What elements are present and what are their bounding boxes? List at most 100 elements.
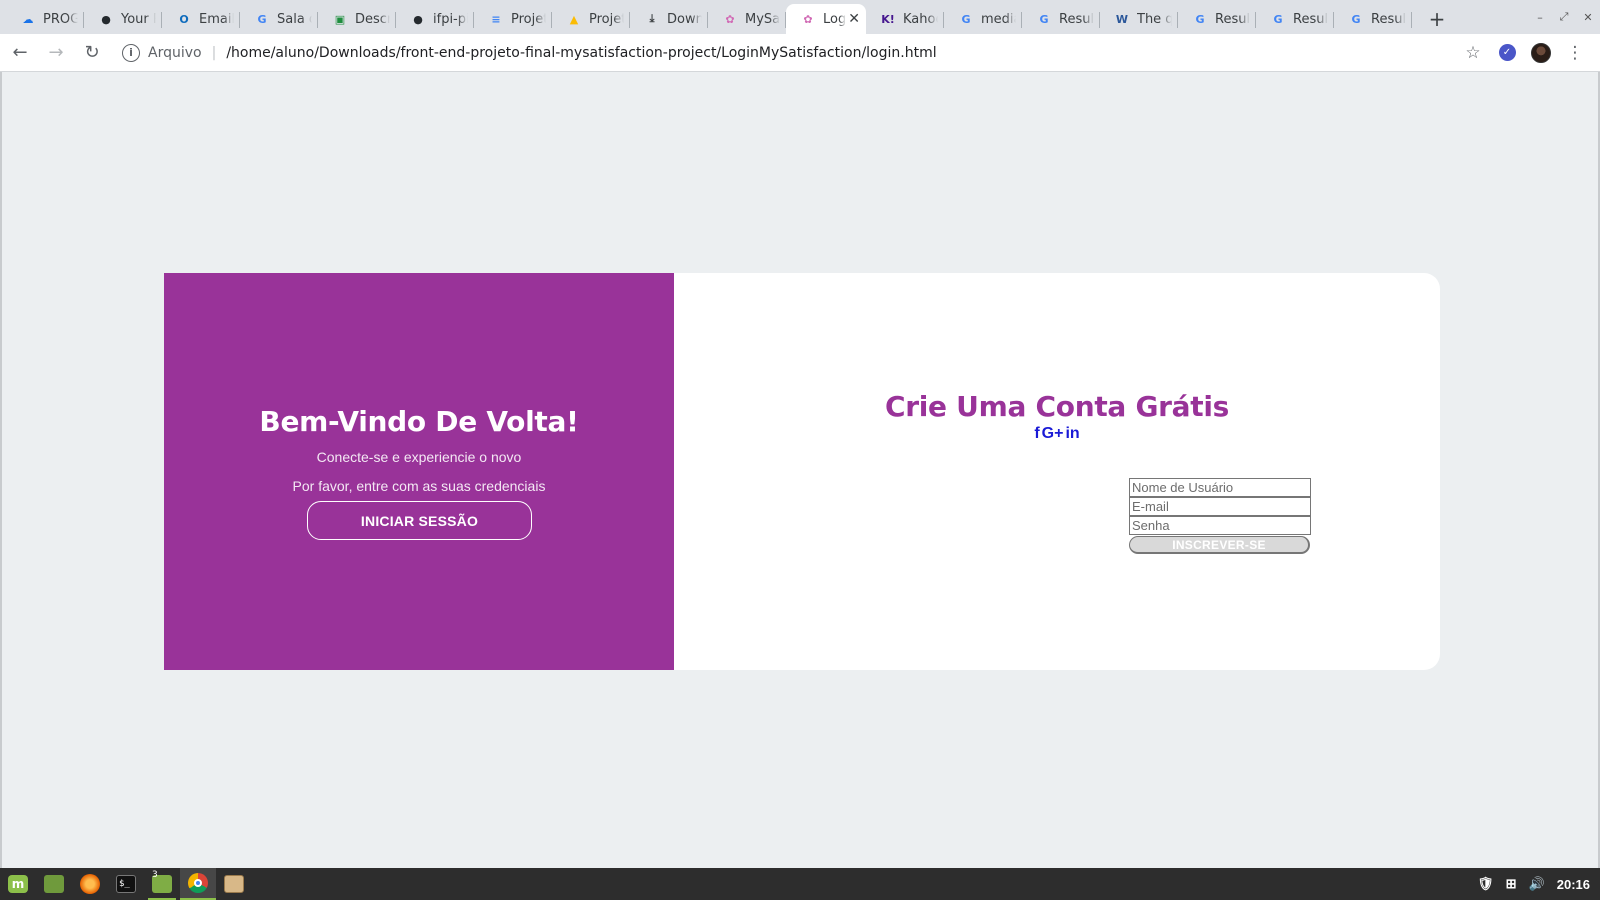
avatar-icon	[1531, 42, 1551, 63]
window-controls: – ⤢ ✕	[1528, 0, 1600, 34]
tab-title: Projeto	[511, 11, 546, 27]
minimize-icon[interactable]: –	[1528, 11, 1552, 24]
tab-title: Projeto	[589, 11, 624, 27]
tab-title: Log	[823, 11, 847, 27]
tab-title: Result	[1371, 11, 1406, 27]
desktop-glyph	[44, 875, 64, 893]
tab-title: MySati	[745, 11, 780, 27]
network-icon[interactable]: ⊞	[1506, 876, 1517, 892]
volume-icon[interactable]: 🔊	[1529, 876, 1545, 892]
info-icon[interactable]: i	[122, 43, 140, 62]
browser-tab[interactable]: G Result	[1022, 4, 1100, 34]
docs-icon: ≡	[491, 12, 501, 26]
tab-title: The qu	[1137, 11, 1172, 27]
system-tray: 🛡 ⊞ 🔊 20:16	[1477, 868, 1600, 900]
browser-tab[interactable]: G Result	[1256, 4, 1334, 34]
browser-tab[interactable]: ⤓ Downl	[630, 4, 708, 34]
files-icon[interactable]: 3	[144, 868, 180, 900]
mint-menu-icon[interactable]: m	[0, 868, 36, 900]
close-tab-icon[interactable]: ✕	[848, 11, 860, 27]
tab-title: media	[981, 11, 1016, 27]
browser-tab[interactable]: G Result	[1178, 4, 1256, 34]
browser-tab[interactable]: ✿ MySati	[708, 4, 786, 34]
browser-tab[interactable]: ≡ Projeto	[474, 4, 552, 34]
kahoot-icon: K!	[881, 12, 895, 26]
menu-kebab-icon[interactable]: ⋮	[1558, 37, 1592, 69]
onedrive-cloud-icon: ☁	[22, 12, 34, 26]
address-url[interactable]: /home/aluno/Downloads/front-end-projeto-…	[226, 45, 936, 61]
password-input[interactable]	[1129, 516, 1311, 535]
linkedin-icon[interactable]: in	[1064, 425, 1080, 443]
browser-tab[interactable]: ● Your R	[84, 4, 162, 34]
tab-strip: ☁ PROGR ● Your R O Email - G Sala de ▣ Descri ● ifp…	[0, 0, 1600, 34]
toolbar-actions: ☆ ✓ ⋮	[1456, 37, 1592, 69]
bookmark-star-icon[interactable]: ☆	[1456, 37, 1490, 69]
forward-icon[interactable]: →	[40, 37, 72, 69]
username-input[interactable]	[1129, 478, 1311, 497]
mint-logo: m	[8, 875, 28, 893]
signup-form: INSCREVER-SE	[1129, 478, 1311, 554]
browser-tab[interactable]: ▲ Projeto	[552, 4, 630, 34]
chrome-icon[interactable]	[180, 868, 216, 900]
maximize-icon[interactable]: ⤢	[1552, 10, 1576, 24]
show-desktop-icon[interactable]	[36, 868, 72, 900]
email-input[interactable]	[1129, 497, 1311, 516]
auth-card: Bem-Vindo De Volta! Conecte-se e experie…	[164, 273, 1440, 670]
google-plus-icon[interactable]: G+	[1041, 425, 1065, 443]
tab-title: Sala de	[277, 11, 312, 27]
shield-icon[interactable]: 🛡	[1477, 876, 1494, 892]
new-tab-icon[interactable]: +	[1422, 4, 1452, 34]
browser-tab[interactable]: Gmedia	[944, 4, 1022, 34]
clock[interactable]: 20:16	[1557, 877, 1590, 892]
terminal-icon[interactable]: $_	[108, 868, 144, 900]
tab-title: Your R	[121, 11, 156, 27]
back-icon[interactable]: ←	[4, 37, 36, 69]
mysatisfaction-icon: ✿	[725, 12, 735, 26]
address-bar[interactable]: i Arquivo | /home/aluno/Downloads/front-…	[122, 38, 1456, 68]
browser-tab[interactable]: ● ifpi-pic	[396, 4, 474, 34]
signup-title: Crie Uma Conta Grátis	[884, 390, 1230, 423]
taskbar: m $_ 3 🛡 ⊞ 🔊 20:16	[0, 868, 1600, 900]
github-icon: ●	[101, 12, 111, 26]
signup-button[interactable]: INSCREVER-SE	[1129, 536, 1310, 554]
classroom-icon: ▣	[334, 12, 346, 26]
browser-tab[interactable]: O Email -	[162, 4, 240, 34]
browser-tab[interactable]: ▣ Descri	[318, 4, 396, 34]
facebook-icon[interactable]: f	[1033, 425, 1040, 443]
welcome-subtitle-1: Conecte-se e experiencie o novo	[316, 449, 522, 465]
tab-title: Kahoo	[903, 11, 938, 27]
firefox-glyph	[80, 874, 100, 894]
google-icon: G	[1351, 12, 1361, 26]
page-viewport: Bem-Vindo De Volta! Conecte-se e experie…	[0, 72, 1600, 868]
reload-icon[interactable]: ↻	[76, 37, 108, 69]
tab-title: Result	[1215, 11, 1250, 27]
signup-panel: Crie Uma Conta Grátis f G+ in INSCREVER-…	[674, 273, 1440, 670]
tab-title: Result	[1059, 11, 1094, 27]
close-window-icon[interactable]: ✕	[1576, 11, 1600, 24]
browser-tab[interactable]: G Result	[1334, 4, 1412, 34]
terminal-glyph: $_	[116, 875, 136, 893]
download-icon: ⤓	[649, 12, 655, 25]
signin-button[interactable]: INICIAR SESSÃO	[307, 501, 532, 540]
chrome-glyph	[188, 873, 208, 893]
tab-title: Email -	[199, 11, 234, 27]
welcome-panel: Bem-Vindo De Volta! Conecte-se e experie…	[164, 273, 674, 670]
browser-tab[interactable]: G Sala de	[240, 4, 318, 34]
google-icon: G	[1195, 12, 1205, 26]
archive-icon[interactable]	[216, 868, 252, 900]
profile-avatar[interactable]	[1524, 37, 1558, 69]
extension-icon[interactable]: ✓	[1490, 37, 1524, 69]
address-separator: |	[211, 44, 217, 61]
google-icon: G	[1273, 12, 1283, 26]
browser-tab[interactable]: ✿ Log ✕	[786, 4, 866, 34]
tab-title: ifpi-pic	[433, 11, 468, 27]
firefox-icon[interactable]	[72, 868, 108, 900]
browser-tab[interactable]: K! Kahoo	[866, 4, 944, 34]
drive-icon: ▲	[569, 12, 579, 26]
browser-tab[interactable]: ☁ PROGR	[6, 4, 84, 34]
github-icon: ●	[413, 12, 423, 26]
tab-title: Downl	[667, 11, 702, 27]
word-icon: W	[1115, 12, 1129, 26]
browser-tab[interactable]: W The qu	[1100, 4, 1178, 34]
welcome-subtitle-2: Por favor, entre com as suas credenciais	[292, 478, 546, 494]
